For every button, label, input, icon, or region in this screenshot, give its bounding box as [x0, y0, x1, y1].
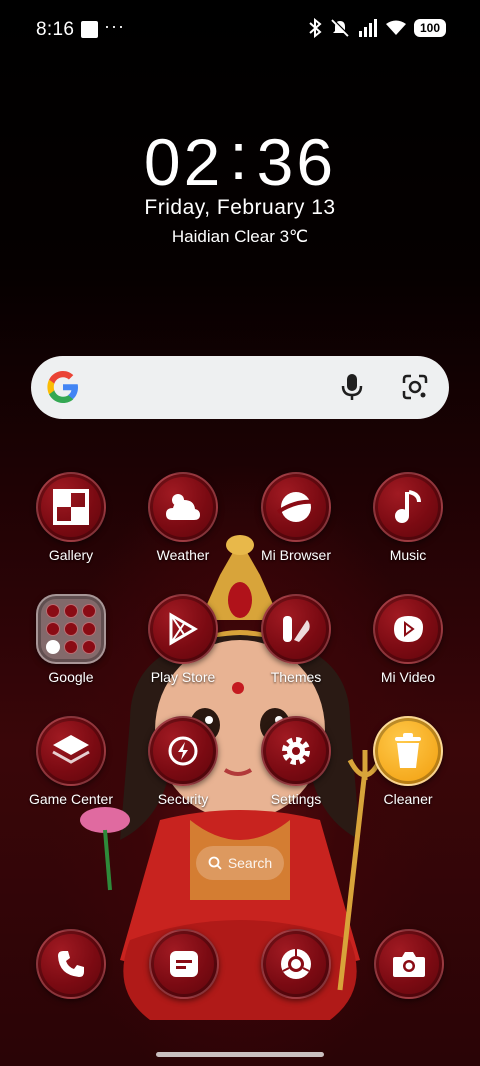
- camera-icon: [374, 929, 444, 999]
- dock-camera[interactable]: [374, 929, 444, 999]
- weather-icon: [148, 472, 218, 542]
- music-icon: [373, 472, 443, 542]
- app-label: Mi Browser: [260, 547, 331, 563]
- gallery-icon: [36, 472, 106, 542]
- dock-phone[interactable]: [36, 929, 106, 999]
- bluetooth-icon: [309, 18, 322, 38]
- themes-icon: [261, 594, 331, 664]
- app-label: Settings: [270, 791, 322, 807]
- settings-icon: [261, 716, 331, 786]
- status-icons: 100: [308, 18, 446, 38]
- app-game-center[interactable]: Game Center: [16, 716, 126, 807]
- app-label: Themes: [270, 669, 322, 685]
- app-mi-browser[interactable]: Mi Browser: [241, 472, 351, 563]
- search-icon: [208, 856, 222, 870]
- app-label: Weather: [156, 547, 210, 563]
- mute-icon: [331, 18, 350, 37]
- app-security[interactable]: Security: [128, 716, 238, 807]
- folder-app-dot: [46, 622, 60, 636]
- browser-icon: [261, 472, 331, 542]
- google-lens-icon[interactable]: [401, 373, 429, 401]
- status-bar: 8:16 ··· 100: [0, 0, 480, 60]
- app-label: Game Center: [28, 791, 114, 807]
- home-search-label: Search: [227, 855, 273, 871]
- dock-messages[interactable]: [149, 929, 219, 999]
- folder-icon: [36, 594, 106, 664]
- app-label: Security: [157, 791, 209, 807]
- app-label: Google: [48, 669, 94, 685]
- date-label: Friday, February 13: [144, 196, 336, 219]
- clock-separator: :: [229, 119, 251, 193]
- app-label: Play Store: [150, 669, 216, 685]
- app-settings[interactable]: Settings: [241, 716, 351, 807]
- game-center-icon: [36, 716, 106, 786]
- notification-square-icon: [81, 21, 98, 38]
- app-label: Gallery: [48, 547, 94, 563]
- play-store-icon: [148, 594, 218, 664]
- chrome-icon: [261, 929, 331, 999]
- gesture-navigation-handle[interactable]: [156, 1052, 324, 1057]
- app-label: Music: [389, 547, 427, 563]
- weather-label[interactable]: Haidian Clear 3℃: [0, 227, 480, 247]
- home-search-button[interactable]: Search: [196, 846, 284, 880]
- app-folder-google[interactable]: Google: [16, 594, 126, 685]
- battery-indicator: 100: [414, 19, 446, 37]
- signal-icon: [359, 19, 377, 37]
- clock-widget[interactable]: 02:36: [0, 119, 480, 200]
- microphone-icon[interactable]: [339, 372, 365, 402]
- app-mi-video[interactable]: Mi Video: [353, 594, 463, 685]
- folder-app-dot: [82, 622, 96, 636]
- wifi-icon: [386, 20, 406, 35]
- dock-chrome[interactable]: [261, 929, 331, 999]
- folder-app-dot: [82, 604, 96, 618]
- app-weather[interactable]: Weather: [128, 472, 238, 563]
- folder-app-dot: [64, 604, 78, 618]
- google-search-bar[interactable]: [31, 356, 449, 419]
- more-notifications-icon: ···: [104, 16, 125, 36]
- app-label: Mi Video: [380, 669, 436, 685]
- folder-app-dot: [46, 640, 60, 654]
- app-cleaner[interactable]: Cleaner: [353, 716, 463, 807]
- folder-app-dot: [64, 640, 78, 654]
- google-logo-icon: [47, 371, 78, 403]
- folder-app-dot: [46, 604, 60, 618]
- app-themes[interactable]: Themes: [241, 594, 351, 685]
- app-play-store[interactable]: Play Store: [128, 594, 238, 685]
- cleaner-icon: [373, 716, 443, 786]
- folder-app-dot: [64, 622, 78, 636]
- app-gallery[interactable]: Gallery: [16, 472, 126, 563]
- status-time: 8:16: [36, 19, 75, 40]
- clock-hours: 02: [143, 125, 224, 199]
- messages-icon: [149, 929, 219, 999]
- video-icon: [373, 594, 443, 664]
- phone-icon: [36, 929, 106, 999]
- app-music[interactable]: Music: [353, 472, 463, 563]
- clock-minutes: 36: [256, 125, 337, 199]
- folder-app-dot: [82, 640, 96, 654]
- security-icon: [148, 716, 218, 786]
- app-label: Cleaner: [383, 791, 433, 807]
